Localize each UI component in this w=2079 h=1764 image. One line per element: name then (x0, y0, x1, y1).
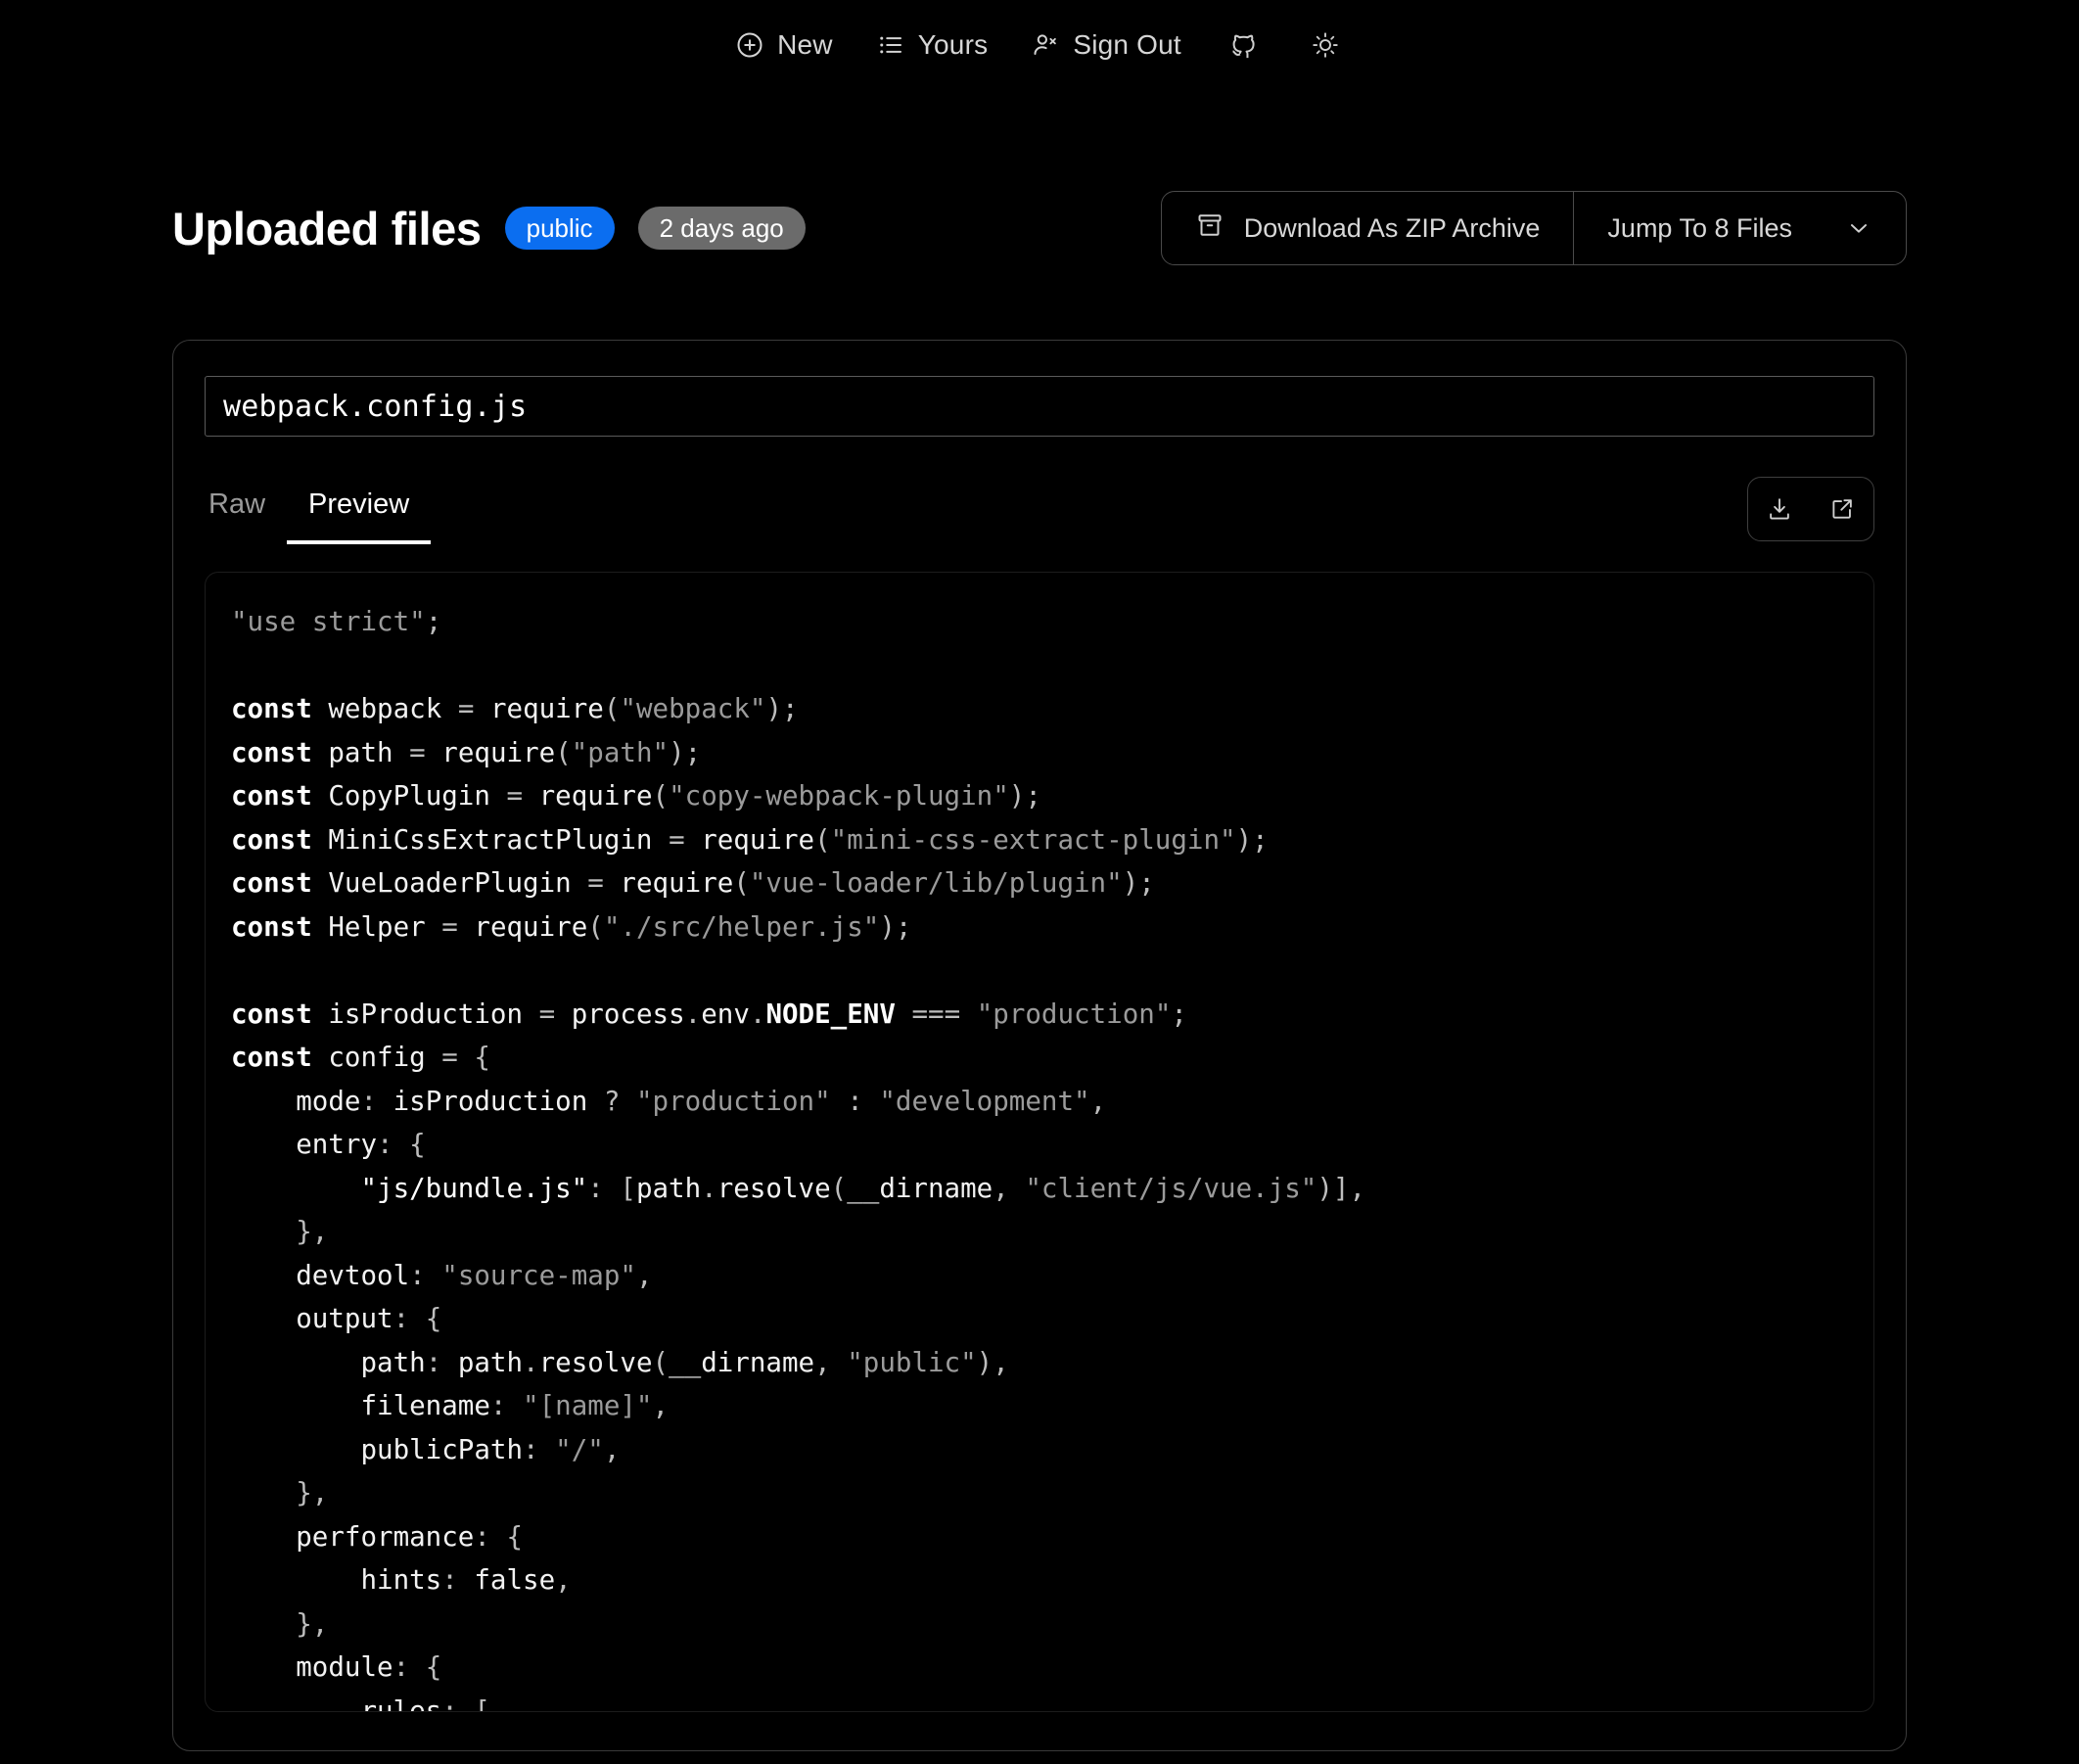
tab-raw[interactable]: Raw (205, 488, 287, 544)
jump-to-files-button[interactable]: Jump To 8 Files (1573, 192, 1906, 264)
archive-icon (1195, 210, 1224, 247)
chevron-down-icon (1845, 214, 1872, 242)
open-external-icon[interactable] (1811, 478, 1873, 540)
nav-item-new-label: New (777, 31, 833, 59)
file-card: Raw Preview "use stri (172, 340, 1907, 1751)
visibility-badge: public (505, 207, 615, 250)
nav-item-yours-label: Yours (918, 31, 989, 59)
download-zip-label: Download As ZIP Archive (1244, 213, 1541, 244)
view-tabs: Raw Preview (205, 488, 431, 544)
sun-icon[interactable] (1285, 30, 1365, 60)
download-icon[interactable] (1748, 478, 1811, 540)
github-icon[interactable] (1203, 29, 1285, 61)
timestamp-badge: 2 days ago (638, 207, 806, 250)
filename-input[interactable] (205, 376, 1874, 437)
jump-to-files-label: Jump To 8 Files (1607, 213, 1792, 244)
nav-item-sign-out[interactable]: Sign Out (1009, 30, 1203, 60)
tabs-row: Raw Preview (205, 488, 1874, 544)
list-icon (876, 30, 905, 60)
tab-preview[interactable]: Preview (287, 488, 431, 544)
page-title: Uploaded files (172, 206, 482, 252)
user-x-icon (1031, 30, 1060, 60)
title-group: Uploaded files public 2 days ago (172, 206, 806, 252)
download-zip-button[interactable]: Download As ZIP Archive (1162, 192, 1574, 264)
top-navigation: New Yours Sign Out (0, 0, 2079, 90)
code-content: "use strict"; const webpack = require("w… (231, 600, 1848, 1712)
code-preview-block: "use strict"; const webpack = require("w… (205, 572, 1874, 1712)
nav-item-yours[interactable]: Yours (855, 30, 1010, 60)
nav-item-sign-out-label: Sign Out (1073, 31, 1181, 59)
file-tool-group (1747, 477, 1874, 541)
page-container: Uploaded files public 2 days ago Downloa… (0, 191, 2079, 1751)
header-actions: Download As ZIP Archive Jump To 8 Files (1161, 191, 1907, 265)
nav-item-new[interactable]: New (714, 30, 855, 60)
page-header: Uploaded files public 2 days ago Downloa… (172, 191, 1907, 265)
plus-circle-icon (735, 30, 764, 60)
